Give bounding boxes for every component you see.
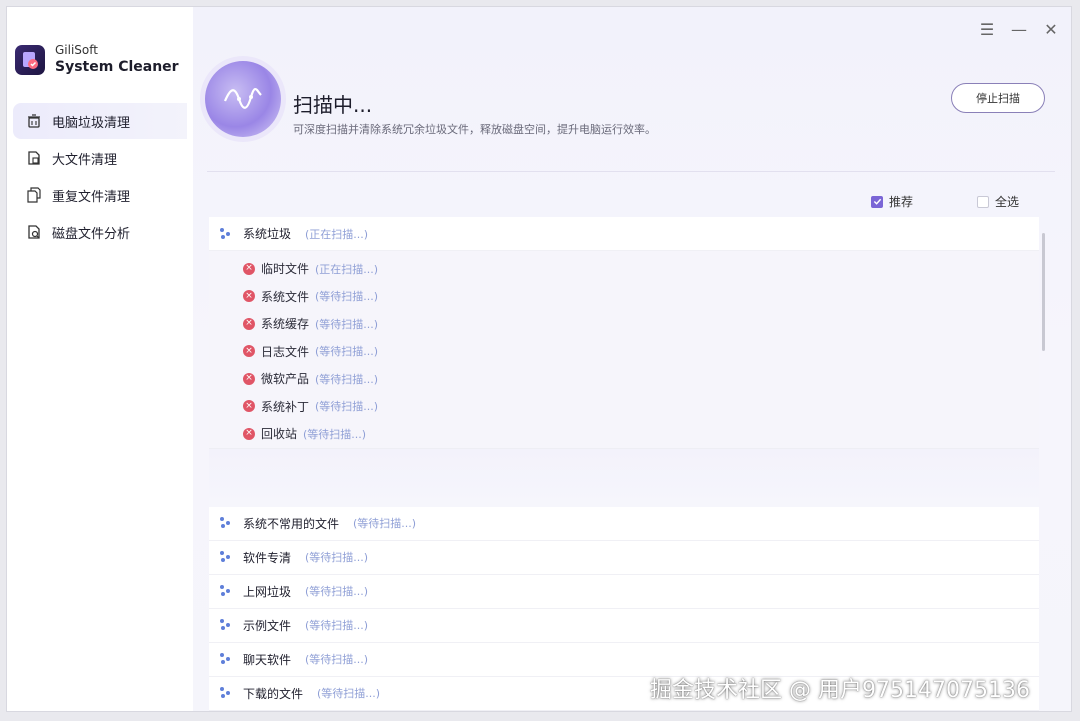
group-children: × 临时文件 (正在扫描...) × 系统文件 (等待扫描...) × 系统缓存…: [209, 251, 1039, 449]
error-icon: ×: [243, 290, 255, 303]
recommended-label: 推荐: [889, 195, 914, 209]
group-label: 软件专清: [243, 550, 292, 565]
list-spacer: [209, 448, 1039, 507]
group-label: 系统垃圾: [243, 227, 292, 241]
sidebar-item-junk-clean[interactable]: 电脑垃圾清理: [13, 103, 187, 139]
item-status: (等待扫描...): [315, 317, 379, 331]
sidebar-item-large-files[interactable]: 大文件清理: [13, 140, 187, 176]
trash-icon: [25, 112, 43, 130]
group-label: 系统不常用的文件: [243, 516, 340, 531]
duplicate-file-icon: [25, 186, 43, 204]
error-icon: ×: [243, 427, 255, 440]
error-icon: ×: [243, 345, 255, 358]
select-all-filter[interactable]: 全选: [977, 193, 1019, 210]
app-logo-icon: [15, 45, 45, 75]
recommended-filter[interactable]: 推荐: [871, 193, 913, 210]
scanning-dots-icon: [219, 652, 235, 666]
window-controls: ☰ — ✕: [977, 19, 1061, 39]
error-icon: ×: [243, 262, 255, 275]
group-row-uncommon-files[interactable]: 系统不常用的文件 (等待扫描...): [209, 506, 1039, 541]
error-icon: ×: [243, 372, 255, 385]
sidebar: GiliSoft System Cleaner 电脑垃圾清理 大文件清理 重复文…: [7, 7, 193, 711]
group-status: (等待扫描...): [305, 585, 369, 598]
item-label: 微软产品: [261, 372, 310, 387]
group-label: 上网垃圾: [243, 584, 292, 599]
select-all-label: 全选: [995, 195, 1020, 209]
close-icon[interactable]: ✕: [1041, 19, 1061, 39]
scan-progress-icon: [205, 61, 281, 137]
minimize-icon[interactable]: —: [1009, 19, 1029, 39]
group-status: (等待扫描...): [305, 551, 369, 564]
brand-name: System Cleaner: [55, 59, 179, 75]
page-title: 扫描中...: [293, 93, 373, 117]
item-label: 系统补丁: [261, 399, 310, 414]
sidebar-item-label: 重复文件清理: [52, 189, 131, 205]
group-status: (等待扫描...): [317, 687, 381, 700]
brand-small: GiliSoft: [55, 43, 98, 57]
item-label: 系统缓存: [261, 317, 310, 332]
select-all-checkbox[interactable]: [977, 195, 989, 208]
list-item[interactable]: × 微软产品 (等待扫描...): [209, 365, 1039, 393]
disk-analysis-icon: [25, 223, 43, 241]
item-label: 日志文件: [261, 344, 310, 359]
list-item[interactable]: × 系统缓存 (等待扫描...): [209, 310, 1039, 338]
item-status: (等待扫描...): [315, 290, 379, 304]
item-label: 系统文件: [261, 289, 310, 304]
item-status: (等待扫描...): [315, 400, 379, 414]
sidebar-item-label: 磁盘文件分析: [52, 226, 131, 242]
list-item[interactable]: × 日志文件 (等待扫描...): [209, 338, 1039, 366]
scanning-dots-icon: [219, 686, 235, 700]
sidebar-item-disk-analysis[interactable]: 磁盘文件分析: [13, 214, 187, 250]
sidebar-item-label: 大文件清理: [52, 152, 118, 168]
list-item[interactable]: × 临时文件 (正在扫描...): [209, 255, 1039, 283]
sidebar-nav: 电脑垃圾清理 大文件清理 重复文件清理 磁盘文件分析: [13, 103, 187, 251]
recommended-checkbox[interactable]: [871, 195, 883, 208]
page-subtitle: 可深度扫描并清除系统冗余垃圾文件，释放磁盘空间，提升电脑运行效率。: [293, 123, 656, 136]
app-window: GiliSoft System Cleaner 电脑垃圾清理 大文件清理 重复文…: [6, 6, 1072, 712]
brand: GiliSoft System Cleaner: [15, 43, 179, 77]
group-label: 聊天软件: [243, 652, 292, 667]
sidebar-item-label: 电脑垃圾清理: [52, 115, 131, 131]
main-panel: ☰ — ✕ 扫描中... 可深度扫描并清除系统冗余垃圾文件，释放磁盘空间，提升电…: [193, 7, 1071, 711]
group-label: 示例文件: [243, 618, 292, 633]
scanning-dots-icon: [219, 584, 235, 598]
group-row-system-junk[interactable]: 系统垃圾 (正在扫描...): [209, 217, 1039, 251]
item-status: (正在扫描...): [315, 262, 379, 276]
group-status: (等待扫描...): [353, 517, 417, 530]
scanning-dots-icon: [219, 550, 235, 564]
header-divider: [207, 171, 1055, 172]
item-status: (等待扫描...): [315, 345, 379, 359]
group-status: (等待扫描...): [305, 619, 369, 632]
stop-scan-button[interactable]: 停止扫描: [951, 83, 1045, 113]
item-label: 临时文件: [261, 262, 310, 277]
error-icon: ×: [243, 400, 255, 413]
error-icon: ×: [243, 317, 255, 330]
large-file-icon: [25, 149, 43, 167]
watermark: 掘金技术社区 @ 用户975147075136: [650, 678, 1030, 703]
list-item[interactable]: × 系统补丁 (等待扫描...): [209, 393, 1039, 421]
sidebar-item-duplicate-files[interactable]: 重复文件清理: [13, 177, 187, 213]
group-status: (等待扫描...): [305, 653, 369, 666]
scanning-dots-icon: [219, 516, 235, 530]
group-status: (正在扫描...): [305, 227, 369, 241]
list-item[interactable]: × 系统文件 (等待扫描...): [209, 283, 1039, 311]
item-label: 回收站: [261, 427, 298, 442]
menu-icon[interactable]: ☰: [977, 19, 997, 39]
group-row-internet-junk[interactable]: 上网垃圾 (等待扫描...): [209, 574, 1039, 609]
scan-results-list: 系统垃圾 (正在扫描...) × 临时文件 (正在扫描...) × 系统文件 (…: [209, 217, 1039, 711]
group-row-software-clean[interactable]: 软件专清 (等待扫描...): [209, 540, 1039, 575]
group-label: 下载的文件: [243, 686, 304, 701]
item-status: (等待扫描...): [315, 372, 379, 386]
scanning-dots-icon: [219, 618, 235, 632]
group-row-sample-files[interactable]: 示例文件 (等待扫描...): [209, 608, 1039, 643]
list-scrollbar[interactable]: [1042, 233, 1045, 351]
scanning-dots-icon: [219, 227, 235, 241]
list-item[interactable]: × 回收站 (等待扫描...): [209, 420, 1039, 448]
item-status: (等待扫描...): [303, 427, 367, 441]
